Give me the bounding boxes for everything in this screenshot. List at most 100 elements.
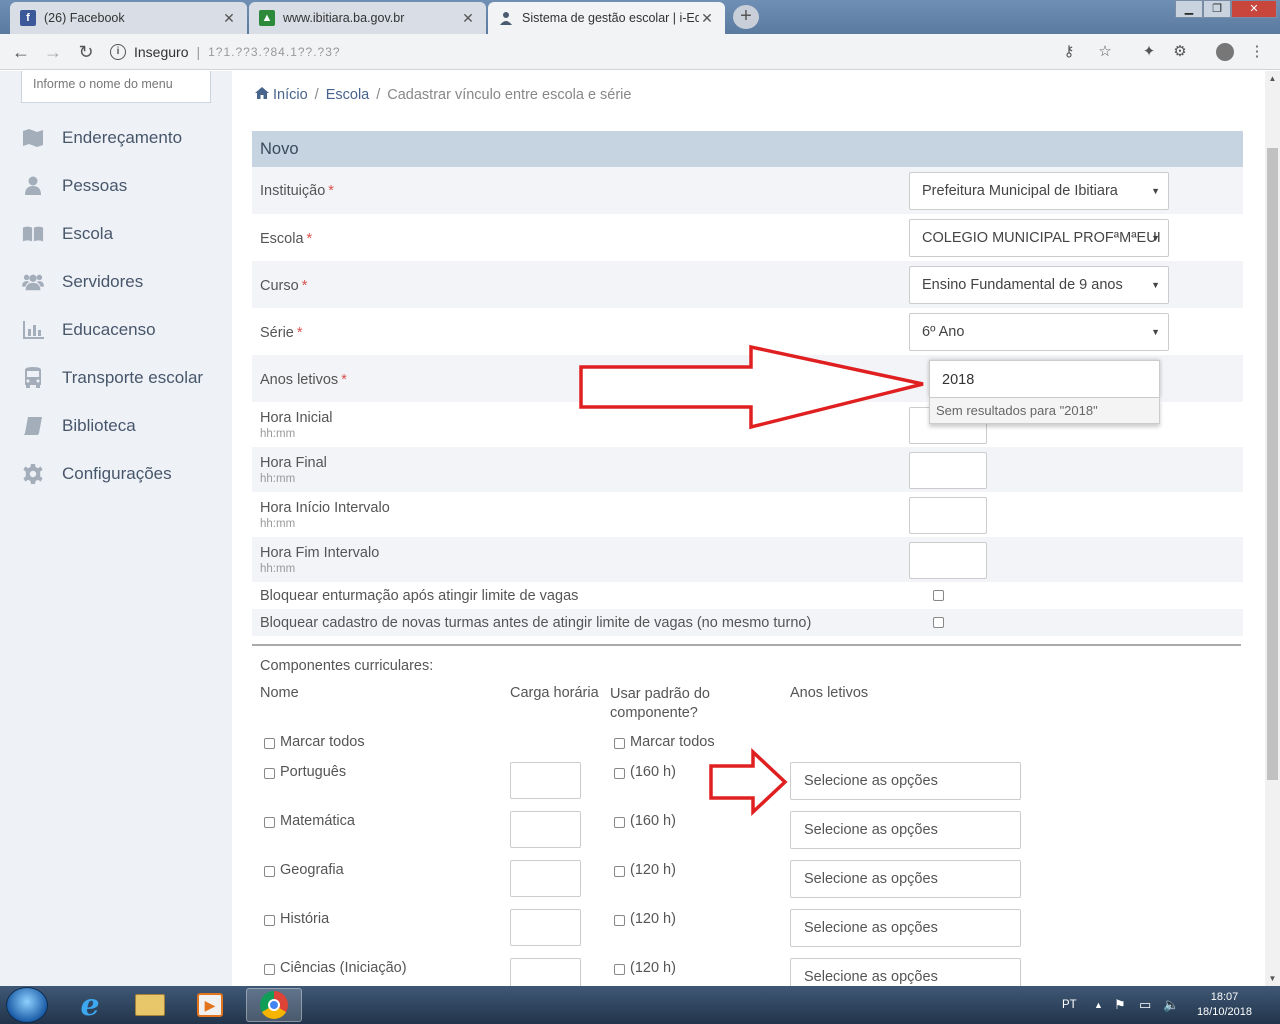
anos-letivos-multiselect[interactable]: Selecione as opções bbox=[790, 958, 1021, 986]
carga-horaria-input[interactable] bbox=[510, 909, 581, 946]
start-button[interactable] bbox=[6, 987, 48, 1023]
hora-fim-intervalo-input[interactable] bbox=[909, 542, 987, 579]
usar-padrao[interactable]: (160 h) bbox=[614, 813, 676, 829]
sidebar-item-configuracoes[interactable]: Configurações bbox=[0, 454, 232, 494]
componente-row[interactable]: Matemática bbox=[264, 813, 355, 829]
instituicao-select[interactable]: Prefeitura Municipal de Ibitiara ▼ bbox=[909, 172, 1169, 210]
componente-row[interactable]: Ciências (Iniciação) bbox=[264, 960, 407, 976]
tab-ibitiara[interactable]: ▲ www.ibitiara.ba.gov.br ✕ bbox=[249, 2, 486, 34]
scroll-down-icon[interactable]: ▼ bbox=[1265, 971, 1280, 986]
usar-padrao-checkbox[interactable] bbox=[614, 964, 625, 975]
address-bar[interactable]: i Inseguro | 1?1.??3.?84.1??.?3? bbox=[110, 39, 1130, 65]
escola-select[interactable]: COLEGIO MUNICIPAL PROFªMªEUI ▼ bbox=[909, 219, 1169, 257]
flag-icon[interactable]: ⚑ bbox=[1114, 986, 1126, 1024]
componente-checkbox[interactable] bbox=[264, 866, 275, 877]
tab-ieducar[interactable]: Sistema de gestão escolar | i-Edu ✕ bbox=[488, 2, 725, 34]
window-close-button[interactable]: ✕ bbox=[1231, 0, 1277, 18]
chrome-icon[interactable] bbox=[246, 988, 302, 1022]
curso-select[interactable]: Ensino Fundamental de 9 anos ▼ bbox=[909, 266, 1169, 304]
network-icon[interactable]: ▭ bbox=[1139, 986, 1151, 1024]
maximize-button[interactable]: ❐ bbox=[1203, 0, 1231, 18]
close-icon[interactable]: ✕ bbox=[699, 10, 715, 27]
bloquear-enturmacao-label: Bloquear enturmação após atingir limite … bbox=[260, 588, 579, 604]
breadcrumb-escola[interactable]: Escola bbox=[326, 87, 370, 103]
anos-letivos-multiselect[interactable]: Selecione as opções bbox=[790, 811, 1021, 849]
clock[interactable]: 18:07 18/10/2018 bbox=[1197, 990, 1252, 1020]
sidebar-item-educacenso[interactable]: Educacenso bbox=[0, 310, 232, 350]
componente-row[interactable]: Geografia bbox=[264, 862, 344, 878]
volume-icon[interactable]: 🔈 bbox=[1163, 986, 1179, 1024]
scrollbar-thumb[interactable] bbox=[1267, 148, 1278, 780]
star-icon[interactable]: ☆ bbox=[1096, 43, 1114, 61]
marcar-todos-padrao-checkbox[interactable] bbox=[614, 738, 625, 749]
marcar-todos-padrao[interactable]: Marcar todos bbox=[614, 734, 715, 750]
anos-letivos-multiselect[interactable]: Selecione as opções bbox=[790, 860, 1021, 898]
sidebar-item-servidores[interactable]: Servidores bbox=[0, 262, 232, 302]
usar-padrao-checkbox[interactable] bbox=[614, 817, 625, 828]
carga-horaria-input[interactable] bbox=[510, 958, 581, 986]
componente-row[interactable]: Português bbox=[264, 764, 346, 780]
back-button[interactable]: ← bbox=[10, 41, 32, 63]
col-header-nome: Nome bbox=[260, 685, 299, 701]
carga-horaria-input[interactable] bbox=[510, 762, 581, 799]
file-explorer-icon[interactable] bbox=[122, 988, 178, 1022]
new-tab-button[interactable]: + bbox=[733, 5, 759, 29]
usar-padrao[interactable]: (120 h) bbox=[614, 862, 676, 878]
anos-letivos-multiselect[interactable]: Selecione as opções bbox=[790, 762, 1021, 800]
serie-select[interactable]: 6º Ano ▼ bbox=[909, 313, 1169, 351]
internet-explorer-icon[interactable]: e bbox=[62, 988, 118, 1023]
tray-expand-icon[interactable]: ▲ bbox=[1094, 986, 1103, 1024]
marcar-todos-nome-checkbox[interactable] bbox=[264, 738, 275, 749]
sidebar-item-biblioteca[interactable]: Biblioteca bbox=[0, 406, 232, 446]
scroll-up-icon[interactable]: ▲ bbox=[1265, 71, 1280, 86]
anos-letivos-search-input[interactable]: 2018 bbox=[929, 360, 1160, 398]
componente-row[interactable]: História bbox=[264, 911, 329, 927]
carga-horaria-input[interactable] bbox=[510, 860, 581, 897]
avatar[interactable] bbox=[1216, 43, 1234, 61]
anos-letivos-multiselect[interactable]: Selecione as opções bbox=[790, 909, 1021, 947]
hora-final-input[interactable] bbox=[909, 452, 987, 489]
curso-label: Curso * bbox=[260, 278, 308, 294]
usar-padrao[interactable]: (120 h) bbox=[614, 960, 676, 976]
marcar-todos-nome[interactable]: Marcar todos bbox=[264, 734, 365, 750]
caret-down-icon: ▼ bbox=[1151, 186, 1160, 196]
usar-padrao[interactable]: (120 h) bbox=[614, 911, 676, 927]
usar-padrao-checkbox[interactable] bbox=[614, 768, 625, 779]
language-indicator[interactable]: PT bbox=[1062, 986, 1077, 1024]
componente-checkbox[interactable] bbox=[264, 768, 275, 779]
componente-nome: Ciências (Iniciação) bbox=[280, 960, 407, 976]
forward-button[interactable]: → bbox=[42, 41, 64, 63]
usar-padrao-checkbox[interactable] bbox=[614, 915, 625, 926]
menu-search-input[interactable]: Informe o nome do menu bbox=[21, 71, 211, 103]
media-player-icon[interactable]: ▶ bbox=[182, 988, 238, 1022]
info-icon[interactable]: i bbox=[110, 44, 126, 60]
minimize-button[interactable]: ▁ bbox=[1175, 0, 1203, 18]
close-icon[interactable]: ✕ bbox=[460, 10, 476, 27]
usar-padrao-checkbox[interactable] bbox=[614, 866, 625, 877]
sidebar-item-transporte[interactable]: Transporte escolar bbox=[0, 358, 232, 398]
componente-checkbox[interactable] bbox=[264, 964, 275, 975]
menu-icon[interactable]: ⋮ bbox=[1248, 43, 1266, 61]
usar-padrao[interactable]: (160 h) bbox=[614, 764, 676, 780]
componente-checkbox[interactable] bbox=[264, 915, 275, 926]
componente-checkbox[interactable] bbox=[264, 817, 275, 828]
sidebar-item-pessoas[interactable]: Pessoas bbox=[0, 166, 232, 206]
componente-nome: Geografia bbox=[280, 862, 344, 878]
page-scrollbar[interactable]: ▲ ▼ bbox=[1265, 71, 1280, 986]
sidebar-item-label: Endereçamento bbox=[62, 128, 183, 147]
padrao-horas: (120 h) bbox=[630, 911, 676, 927]
bloquear-enturmacao-checkbox[interactable] bbox=[933, 590, 944, 601]
sidebar-item-enderecamento[interactable]: Endereçamento bbox=[0, 118, 232, 158]
reload-button[interactable]: ↻ bbox=[75, 41, 97, 63]
hora-inicio-intervalo-input[interactable] bbox=[909, 497, 987, 534]
extension-icon[interactable]: ✦ bbox=[1140, 43, 1158, 61]
carga-horaria-input[interactable] bbox=[510, 811, 581, 848]
breadcrumb-home[interactable]: Início bbox=[273, 87, 308, 103]
key-icon[interactable]: ⚷ bbox=[1060, 43, 1078, 61]
bloquear-turmas-checkbox[interactable] bbox=[933, 617, 944, 628]
sidebar-item-escola[interactable]: Escola bbox=[0, 214, 232, 254]
breadcrumb-separator: / bbox=[314, 87, 319, 103]
settings-extension-icon[interactable]: ⚙ bbox=[1171, 43, 1189, 61]
close-icon[interactable]: ✕ bbox=[221, 10, 237, 27]
tab-facebook[interactable]: f (26) Facebook ✕ bbox=[10, 2, 247, 34]
